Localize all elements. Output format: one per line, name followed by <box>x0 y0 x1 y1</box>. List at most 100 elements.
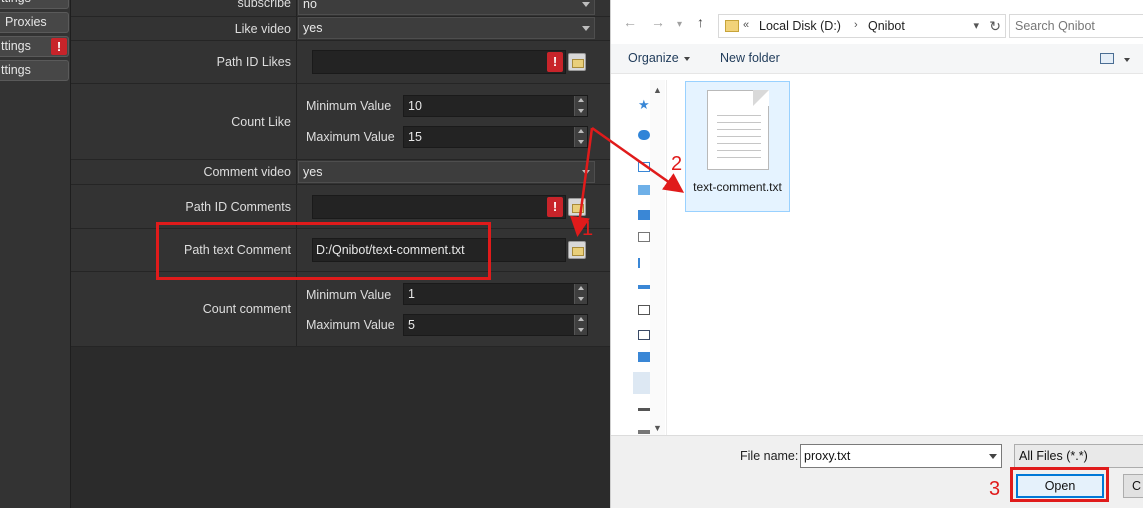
chevron-down-icon <box>683 56 690 61</box>
divider <box>296 41 297 83</box>
chevron-down-icon <box>582 26 590 31</box>
navigation-scrollbar[interactable]: ▲ ▼ <box>650 80 665 435</box>
file-open-dialog: ← → ▾ ↑ « Local Disk (D:) › Qnibot ▾ ↻ S… <box>610 0 1143 508</box>
count-like-label: Count Like <box>231 114 291 129</box>
view-options-icon[interactable] <box>1100 53 1114 64</box>
search-input[interactable]: Search Qnibot <box>1009 14 1143 38</box>
videos-icon[interactable] <box>638 305 650 315</box>
chevron-down-icon <box>582 170 590 175</box>
spin-up-icon[interactable] <box>574 315 587 325</box>
cancel-button[interactable]: C <box>1123 474 1143 498</box>
browse-folder-icon[interactable] <box>568 241 586 259</box>
downloads-icon[interactable] <box>638 232 650 242</box>
warning-icon: ! <box>51 38 67 55</box>
dialog-toolbar: Organize New folder <box>611 44 1143 74</box>
count-like-max-label: Maximum Value <box>306 130 395 144</box>
new-folder-button[interactable]: New folder <box>720 51 780 65</box>
spin-down-icon[interactable] <box>574 325 587 335</box>
file-name-label: File name: <box>740 449 799 463</box>
row-like-video: Like video yes <box>71 17 610 41</box>
count-like-min-label: Minimum Value <box>306 99 392 113</box>
sidebar-item-proxies[interactable]: Proxies <box>0 12 69 33</box>
up-arrow-icon[interactable]: ↑ <box>697 14 704 30</box>
sidebar-item-settings-warning[interactable]: ttings ! <box>0 36 69 57</box>
divider <box>296 272 297 346</box>
this-pc-icon[interactable] <box>638 162 650 172</box>
chevron-down-icon <box>582 2 590 7</box>
desktop-icon[interactable] <box>638 185 650 195</box>
row-comment-video: Comment video yes <box>71 160 610 185</box>
scroll-up-icon[interactable]: ▲ <box>653 85 662 95</box>
annotation-step-3: 3 <box>989 478 1001 500</box>
pictures-icon[interactable] <box>638 285 650 289</box>
screenshot-root: ttings Proxies ttings ! ttings subscribe… <box>0 0 1143 508</box>
sidebar-item-settings-2[interactable]: ttings <box>0 60 69 81</box>
breadcrumb-separator-icon: › <box>854 19 858 31</box>
spin-down-icon[interactable] <box>574 294 587 304</box>
count-comment-max-label: Maximum Value <box>306 318 395 332</box>
comment-video-label: Comment video <box>203 165 291 179</box>
network-drive-icon[interactable] <box>638 430 650 434</box>
refresh-icon[interactable]: ↻ <box>989 18 1001 35</box>
breadcrumb-overflow-icon[interactable]: « <box>743 19 749 31</box>
warning-icon: ! <box>547 197 563 217</box>
sidebar-item-settings[interactable]: ttings <box>0 0 69 9</box>
file-name-label: text-comment.txt <box>693 180 782 194</box>
file-name-input[interactable]: proxy.txt <box>800 444 1002 468</box>
row-count-comment: Count comment Minimum Value 1 Maximum Va… <box>71 272 610 347</box>
spin-down-icon[interactable] <box>574 106 587 116</box>
divider <box>296 17 297 40</box>
back-arrow-icon[interactable]: ← <box>623 14 637 30</box>
row-count-like: Count Like Minimum Value 10 Maximum Valu… <box>71 84 610 160</box>
divider <box>296 0 297 16</box>
browse-folder-icon[interactable] <box>568 53 586 71</box>
chevron-down-icon[interactable] <box>1124 58 1130 62</box>
like-video-select[interactable]: yes <box>298 17 595 39</box>
count-like-min-spinbox[interactable]: 10 <box>403 95 588 117</box>
onedrive-cloud-icon[interactable] <box>638 130 650 140</box>
count-like-max-spinbox[interactable]: 15 <box>403 126 588 148</box>
row-path-id-likes: Path ID Likes ! <box>71 41 610 84</box>
row-subscribe: subscribe no <box>71 0 610 17</box>
sidebar: ttings Proxies ttings ! ttings <box>0 0 71 508</box>
disk-icon[interactable] <box>638 408 650 411</box>
breadcrumb-drive[interactable]: Local Disk (D:) <box>759 19 841 33</box>
organize-menu[interactable]: Organize <box>628 51 690 65</box>
path-id-likes-label: Path ID Likes <box>216 55 291 69</box>
documents-icon[interactable] <box>638 210 650 220</box>
spin-up-icon[interactable] <box>574 284 587 294</box>
subscribe-label: subscribe <box>237 0 292 10</box>
count-comment-max-spinbox[interactable]: 5 <box>403 314 588 336</box>
scroll-down-icon[interactable]: ▼ <box>653 423 662 433</box>
forward-arrow-icon[interactable]: → <box>651 14 665 30</box>
address-field[interactable]: « Local Disk (D:) › Qnibot ▾ ↻ <box>718 14 1006 38</box>
quick-access-star-icon[interactable]: ★ <box>638 97 650 112</box>
divider <box>296 160 297 184</box>
folder-icon <box>725 20 739 32</box>
spin-up-icon[interactable] <box>574 96 587 106</box>
spin-down-icon[interactable] <box>574 137 587 147</box>
annotation-box-open <box>1010 467 1109 502</box>
count-comment-min-spinbox[interactable]: 1 <box>403 283 588 305</box>
file-type-filter[interactable]: All Files (*.*) <box>1014 444 1143 468</box>
network-icon[interactable] <box>638 352 650 362</box>
chevron-down-icon[interactable] <box>989 454 997 459</box>
browse-folder-icon[interactable] <box>568 198 586 216</box>
annotation-step-2: 2 <box>671 153 683 175</box>
breadcrumb-folder[interactable]: Qnibot <box>868 19 905 33</box>
annotation-box-path-text <box>156 222 491 280</box>
comment-video-select[interactable]: yes <box>298 161 595 183</box>
recent-chevron-icon[interactable]: ▾ <box>677 19 682 30</box>
file-item[interactable]: text-comment.txt <box>685 81 790 212</box>
subscribe-select[interactable]: no <box>298 0 595 15</box>
spin-up-icon[interactable] <box>574 127 587 137</box>
path-id-comments-input[interactable] <box>312 195 566 219</box>
like-video-label: Like video <box>234 21 291 36</box>
music-icon[interactable] <box>638 258 650 268</box>
address-bar-area: ← → ▾ ↑ « Local Disk (D:) › Qnibot ▾ ↻ S… <box>611 0 1143 44</box>
annotation-step-1: 1 <box>582 218 594 240</box>
drive-icon[interactable] <box>638 330 650 340</box>
path-id-likes-input[interactable] <box>312 50 566 74</box>
address-dropdown-icon[interactable]: ▾ <box>973 19 979 32</box>
count-comment-min-label: Minimum Value <box>306 288 392 302</box>
